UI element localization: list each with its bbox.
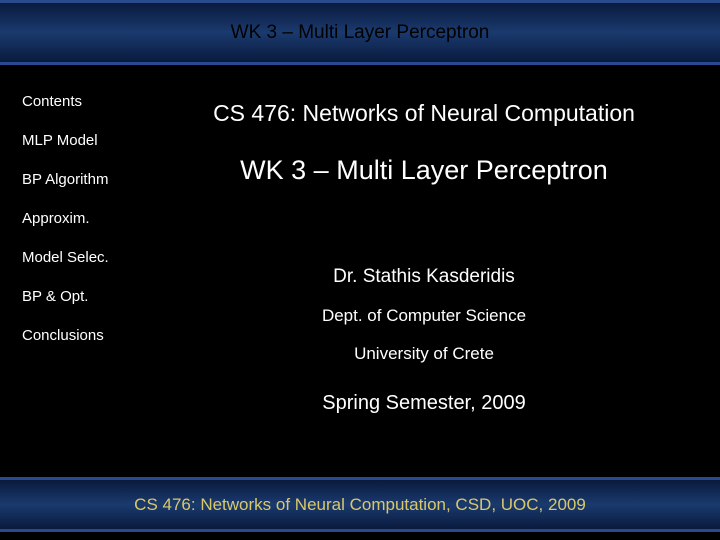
sidebar-item-bp-algorithm[interactable]: BP Algorithm [22,171,148,188]
main-content: CS 476: Networks of Neural Computation W… [148,65,720,475]
footer-band: CS 476: Networks of Neural Computation, … [0,477,720,532]
sidebar-item-model-selec[interactable]: Model Selec. [22,249,148,266]
sidebar-item-mlp-model[interactable]: MLP Model [22,132,148,149]
header-title: WK 3 – Multi Layer Perceptron [231,22,490,44]
sidebar-item-conclusions[interactable]: Conclusions [22,327,148,344]
semester: Spring Semester, 2009 [148,392,700,415]
footer-text: CS 476: Networks of Neural Computation, … [134,495,586,515]
university: University of Crete [148,344,700,364]
header-band: WK 3 – Multi Layer Perceptron [0,0,720,65]
sidebar-item-contents[interactable]: Contents [22,93,148,110]
course-title: CS 476: Networks of Neural Computation [148,100,700,127]
sidebar-item-approxim[interactable]: Approxim. [22,210,148,227]
department: Dept. of Computer Science [148,306,700,326]
sidebar-item-bp-opt[interactable]: BP & Opt. [22,288,148,305]
author-name: Dr. Stathis Kasderidis [148,266,700,288]
sidebar: Contents MLP Model BP Algorithm Approxim… [0,65,148,475]
week-title: WK 3 – Multi Layer Perceptron [148,155,700,186]
content-area: Contents MLP Model BP Algorithm Approxim… [0,65,720,475]
